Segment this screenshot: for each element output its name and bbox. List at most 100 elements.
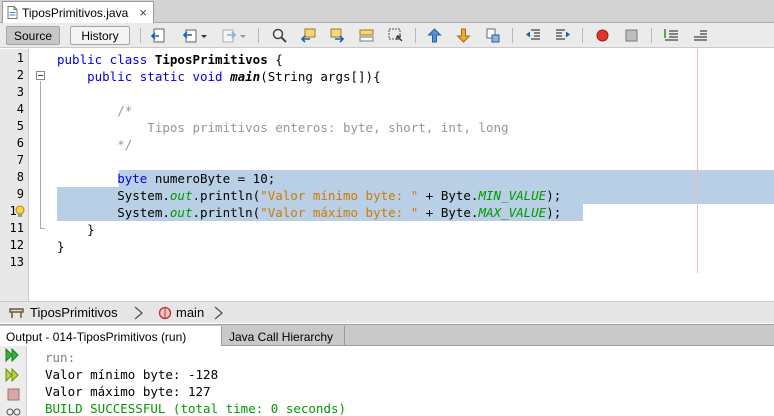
code-line: public static void main(String args[]){ xyxy=(57,68,381,85)
history-button[interactable]: History xyxy=(70,26,130,45)
find-previous-icon[interactable] xyxy=(300,27,317,44)
code-line: /* xyxy=(57,102,132,119)
code-token: /* xyxy=(57,103,133,118)
back-dropdown-icon[interactable] xyxy=(199,27,209,44)
line-number: 2 xyxy=(16,68,24,82)
line-number: 13 xyxy=(9,255,24,269)
java-file-icon xyxy=(7,6,18,19)
line-number: 9 xyxy=(16,187,24,201)
output-line: BUILD SUCCESSFUL (total time: 0 seconds) xyxy=(45,401,347,416)
code-token: + Byte. xyxy=(418,205,479,220)
line-number: 12 xyxy=(9,238,24,252)
class-icon xyxy=(9,308,24,318)
code-token: System. xyxy=(57,205,170,220)
lightbulb-hint-icon[interactable] xyxy=(14,205,26,219)
comment-icon[interactable] xyxy=(663,27,680,44)
shift-left-icon[interactable] xyxy=(525,27,542,44)
navigation-breadcrumb: TiposPrimitivos main xyxy=(0,301,774,323)
code-line: System.out.println("Valor máximo byte: "… xyxy=(57,204,561,221)
code-line: byte numeroByte = 10; xyxy=(57,170,275,187)
code-token: "Valor mínimo byte: " xyxy=(260,188,419,203)
output-action-gutter xyxy=(0,346,27,416)
code-token: numeroByte = 10; xyxy=(147,171,276,186)
line-number: 7 xyxy=(16,153,24,167)
code-token: Tipos primitivos enteros: byte, short, i… xyxy=(57,120,509,135)
toggle-rectangular-selection-icon[interactable] xyxy=(387,27,404,44)
line-number-gutter[interactable]: 12345678910111213 xyxy=(0,49,29,301)
code-token: MIN_VALUE xyxy=(478,188,547,203)
file-tab[interactable]: TiposPrimitivos.java × xyxy=(2,1,154,23)
code-token: "Valor máximo byte: " xyxy=(260,205,419,220)
code-line: System.out.println("Valor mínimo byte: "… xyxy=(57,187,561,204)
stop-macro-recording-icon[interactable] xyxy=(623,27,640,44)
shift-right-icon[interactable] xyxy=(554,27,571,44)
line-number: 4 xyxy=(16,102,24,116)
code-token: System. xyxy=(57,188,170,203)
breadcrumb-method[interactable]: main xyxy=(176,305,204,320)
source-button[interactable]: Source xyxy=(6,26,60,45)
last-edit-icon[interactable] xyxy=(150,27,167,44)
line-number: 8 xyxy=(16,170,24,184)
editor-toolbar: Source History xyxy=(0,23,774,48)
code-token: .println( xyxy=(192,205,261,220)
toolbar-separator xyxy=(512,28,513,43)
output-tab-bar: Output - 014-TiposPrimitivos (run) Java … xyxy=(0,324,774,347)
code-token: } xyxy=(57,222,95,237)
output-line: Valor máximo byte: 127 xyxy=(45,384,211,399)
chevron-right-icon xyxy=(134,306,143,320)
forward-dropdown-icon[interactable] xyxy=(238,27,248,44)
output-line: Valor mínimo byte: -128 xyxy=(45,367,219,382)
next-bookmark-icon[interactable] xyxy=(455,27,472,44)
code-token: ); xyxy=(546,188,562,203)
code-token: out xyxy=(169,188,193,203)
tab-java-call-hierarchy[interactable]: Java Call Hierarchy xyxy=(223,326,345,347)
code-token: .println( xyxy=(192,188,261,203)
ide-window: TiposPrimitivos.java × Source History 1 … xyxy=(0,0,774,416)
right-margin-line xyxy=(697,49,698,273)
code-line: public class TiposPrimitivos { xyxy=(57,51,283,68)
stop-icon[interactable] xyxy=(7,388,20,401)
toolbar-separator xyxy=(582,28,583,43)
find-next-icon[interactable] xyxy=(329,27,346,44)
toggle-bookmark-icon[interactable] xyxy=(484,27,501,44)
code-token: public class xyxy=(57,52,155,67)
line-number: 3 xyxy=(16,85,24,99)
code-token: */ xyxy=(57,137,133,152)
tab-output[interactable]: Output - 014-TiposPrimitivos (run) xyxy=(0,326,222,347)
rerun-icon[interactable] xyxy=(5,348,21,362)
line-number: 1 xyxy=(16,51,24,65)
rerun-with-parameters-icon[interactable] xyxy=(5,368,21,382)
output-line: run: xyxy=(45,350,76,365)
toolbar-separator xyxy=(258,28,259,43)
back-icon[interactable] xyxy=(182,27,199,44)
close-tab-icon[interactable]: × xyxy=(139,5,147,20)
code-token: } xyxy=(57,239,65,254)
code-token: byte xyxy=(117,171,148,186)
code-editor[interactable]: 12345678910111213 public class TiposPrim… xyxy=(0,49,774,301)
start-macro-recording-icon[interactable] xyxy=(594,27,611,44)
line-number: 5 xyxy=(16,119,24,133)
code-token: TiposPrimitivos xyxy=(154,52,268,67)
toggle-highlight-search-icon[interactable] xyxy=(358,27,375,44)
forward-icon[interactable] xyxy=(220,27,237,44)
code-line: } xyxy=(57,221,95,238)
settings-icon[interactable] xyxy=(5,406,22,416)
fold-toggle-icon[interactable] xyxy=(36,71,45,80)
code-token: main xyxy=(230,69,261,84)
editor-tab-bar: TiposPrimitivos.java × xyxy=(0,0,774,23)
toolbar-separator xyxy=(651,28,652,43)
find-icon[interactable] xyxy=(271,27,288,44)
chevron-right-icon xyxy=(214,306,223,320)
output-panel: run: Valor mínimo byte: -128 Valor máximo … xyxy=(0,346,774,416)
file-tab-title: TiposPrimitivos.java xyxy=(22,5,129,20)
uncomment-icon[interactable] xyxy=(692,27,709,44)
previous-bookmark-icon[interactable] xyxy=(426,27,443,44)
code-token: out xyxy=(169,205,193,220)
code-token: MAX_VALUE xyxy=(478,205,547,220)
toolbar-separator xyxy=(140,28,141,43)
code-line: */ xyxy=(57,136,132,153)
breadcrumb-class[interactable]: TiposPrimitivos xyxy=(30,305,118,320)
code-token: + Byte. xyxy=(418,188,479,203)
line-number: 6 xyxy=(16,136,24,150)
